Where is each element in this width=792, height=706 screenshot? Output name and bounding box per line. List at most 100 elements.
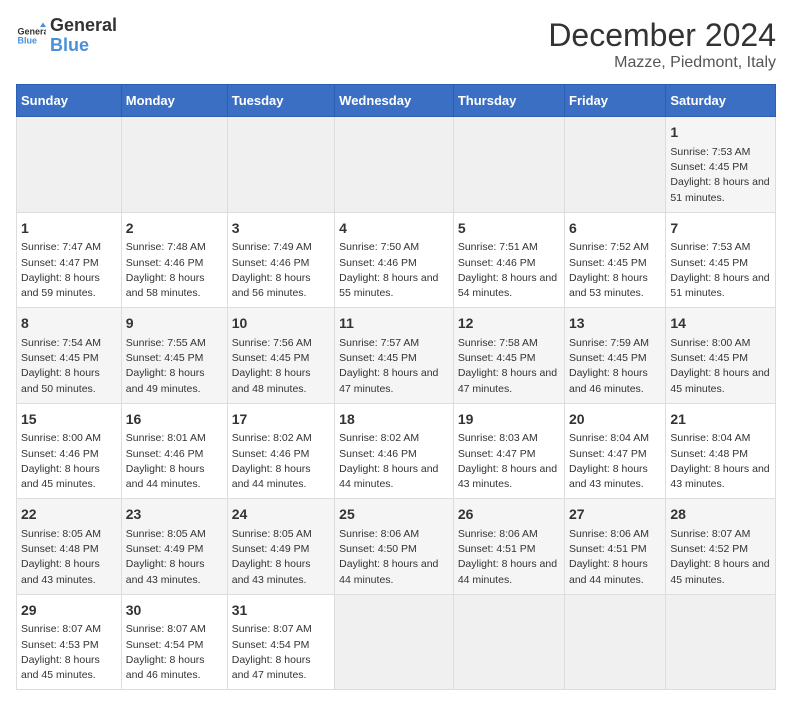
calendar-cell: 5Sunrise: 7:51 AMSunset: 4:46 PMDaylight… <box>453 212 564 307</box>
calendar-header-thursday: Thursday <box>453 85 564 117</box>
calendar-cell: 24Sunrise: 8:05 AMSunset: 4:49 PMDayligh… <box>227 499 334 594</box>
logo: General Blue General Blue <box>16 16 117 56</box>
cell-content: Sunrise: 8:07 AMSunset: 4:54 PMDaylight:… <box>126 622 223 683</box>
cell-content: Sunrise: 8:01 AMSunset: 4:46 PMDaylight:… <box>126 431 223 492</box>
calendar-cell <box>17 117 122 212</box>
day-number: 3 <box>232 219 330 239</box>
calendar-cell <box>453 117 564 212</box>
day-number: 31 <box>232 601 330 621</box>
day-number: 27 <box>569 505 661 525</box>
cell-content: Sunrise: 8:05 AMSunset: 4:48 PMDaylight:… <box>21 527 117 588</box>
cell-content: Sunrise: 8:07 AMSunset: 4:53 PMDaylight:… <box>21 622 117 683</box>
day-number: 17 <box>232 410 330 430</box>
day-number: 15 <box>21 410 117 430</box>
calendar-cell: 6Sunrise: 7:52 AMSunset: 4:45 PMDaylight… <box>565 212 666 307</box>
calendar-header-tuesday: Tuesday <box>227 85 334 117</box>
cell-content: Sunrise: 7:49 AMSunset: 4:46 PMDaylight:… <box>232 240 330 301</box>
calendar-cell <box>335 117 454 212</box>
cell-content: Sunrise: 8:02 AMSunset: 4:46 PMDaylight:… <box>232 431 330 492</box>
title-area: December 2024 Mazze, Piedmont, Italy <box>548 16 776 72</box>
cell-content: Sunrise: 7:50 AMSunset: 4:46 PMDaylight:… <box>339 240 449 301</box>
calendar-cell <box>227 117 334 212</box>
day-number: 25 <box>339 505 449 525</box>
day-number: 30 <box>126 601 223 621</box>
calendar-header-saturday: Saturday <box>666 85 776 117</box>
calendar-cell: 10Sunrise: 7:56 AMSunset: 4:45 PMDayligh… <box>227 308 334 403</box>
logo-blue: Blue <box>50 36 117 56</box>
day-number: 16 <box>126 410 223 430</box>
calendar-cell: 28Sunrise: 8:07 AMSunset: 4:52 PMDayligh… <box>666 499 776 594</box>
day-number: 12 <box>458 314 560 334</box>
cell-content: Sunrise: 7:54 AMSunset: 4:45 PMDaylight:… <box>21 336 117 397</box>
calendar-cell <box>121 117 227 212</box>
day-number: 26 <box>458 505 560 525</box>
cell-content: Sunrise: 7:53 AMSunset: 4:45 PMDaylight:… <box>670 240 771 301</box>
calendar-header-friday: Friday <box>565 85 666 117</box>
calendar-header-sunday: Sunday <box>17 85 122 117</box>
day-number: 4 <box>339 219 449 239</box>
calendar-cell: 11Sunrise: 7:57 AMSunset: 4:45 PMDayligh… <box>335 308 454 403</box>
logo-icon: General Blue <box>16 21 46 51</box>
day-number: 24 <box>232 505 330 525</box>
calendar-cell: 2Sunrise: 7:48 AMSunset: 4:46 PMDaylight… <box>121 212 227 307</box>
day-number: 18 <box>339 410 449 430</box>
calendar-cell: 20Sunrise: 8:04 AMSunset: 4:47 PMDayligh… <box>565 403 666 498</box>
day-number: 28 <box>670 505 771 525</box>
cell-content: Sunrise: 7:51 AMSunset: 4:46 PMDaylight:… <box>458 240 560 301</box>
cell-content: Sunrise: 7:48 AMSunset: 4:46 PMDaylight:… <box>126 240 223 301</box>
calendar-cell <box>565 594 666 689</box>
day-number: 22 <box>21 505 117 525</box>
calendar-cell: 30Sunrise: 8:07 AMSunset: 4:54 PMDayligh… <box>121 594 227 689</box>
day-number: 1 <box>670 123 771 143</box>
cell-content: Sunrise: 7:58 AMSunset: 4:45 PMDaylight:… <box>458 336 560 397</box>
calendar-cell: 1Sunrise: 7:53 AMSunset: 4:45 PMDaylight… <box>666 117 776 212</box>
day-number: 7 <box>670 219 771 239</box>
cell-content: Sunrise: 7:55 AMSunset: 4:45 PMDaylight:… <box>126 336 223 397</box>
cell-content: Sunrise: 7:52 AMSunset: 4:45 PMDaylight:… <box>569 240 661 301</box>
cell-content: Sunrise: 8:06 AMSunset: 4:50 PMDaylight:… <box>339 527 449 588</box>
cell-content: Sunrise: 8:07 AMSunset: 4:54 PMDaylight:… <box>232 622 330 683</box>
cell-content: Sunrise: 8:06 AMSunset: 4:51 PMDaylight:… <box>458 527 560 588</box>
day-number: 6 <box>569 219 661 239</box>
calendar-cell: 7Sunrise: 7:53 AMSunset: 4:45 PMDaylight… <box>666 212 776 307</box>
calendar-cell: 16Sunrise: 8:01 AMSunset: 4:46 PMDayligh… <box>121 403 227 498</box>
calendar-cell <box>666 594 776 689</box>
day-number: 2 <box>126 219 223 239</box>
header: General Blue General Blue December 2024 … <box>16 16 776 72</box>
day-number: 10 <box>232 314 330 334</box>
day-number: 14 <box>670 314 771 334</box>
calendar-cell: 15Sunrise: 8:00 AMSunset: 4:46 PMDayligh… <box>17 403 122 498</box>
calendar-cell <box>565 117 666 212</box>
day-number: 11 <box>339 314 449 334</box>
cell-content: Sunrise: 8:07 AMSunset: 4:52 PMDaylight:… <box>670 527 771 588</box>
calendar-cell: 19Sunrise: 8:03 AMSunset: 4:47 PMDayligh… <box>453 403 564 498</box>
day-number: 20 <box>569 410 661 430</box>
day-number: 5 <box>458 219 560 239</box>
day-number: 1 <box>21 219 117 239</box>
cell-content: Sunrise: 8:00 AMSunset: 4:46 PMDaylight:… <box>21 431 117 492</box>
calendar-cell: 18Sunrise: 8:02 AMSunset: 4:46 PMDayligh… <box>335 403 454 498</box>
calendar-cell: 4Sunrise: 7:50 AMSunset: 4:46 PMDaylight… <box>335 212 454 307</box>
svg-text:Blue: Blue <box>18 35 38 45</box>
subtitle: Mazze, Piedmont, Italy <box>548 54 776 72</box>
day-number: 19 <box>458 410 560 430</box>
main-title: December 2024 <box>548 16 776 54</box>
calendar-cell: 14Sunrise: 8:00 AMSunset: 4:45 PMDayligh… <box>666 308 776 403</box>
calendar-cell: 3Sunrise: 7:49 AMSunset: 4:46 PMDaylight… <box>227 212 334 307</box>
calendar-cell: 1Sunrise: 7:47 AMSunset: 4:47 PMDaylight… <box>17 212 122 307</box>
calendar-cell: 12Sunrise: 7:58 AMSunset: 4:45 PMDayligh… <box>453 308 564 403</box>
cell-content: Sunrise: 7:47 AMSunset: 4:47 PMDaylight:… <box>21 240 117 301</box>
calendar-header-monday: Monday <box>121 85 227 117</box>
calendar-cell: 22Sunrise: 8:05 AMSunset: 4:48 PMDayligh… <box>17 499 122 594</box>
day-number: 8 <box>21 314 117 334</box>
cell-content: Sunrise: 7:53 AMSunset: 4:45 PMDaylight:… <box>670 145 771 206</box>
logo-general: General <box>50 16 117 36</box>
cell-content: Sunrise: 7:57 AMSunset: 4:45 PMDaylight:… <box>339 336 449 397</box>
calendar-cell <box>453 594 564 689</box>
calendar-cell: 27Sunrise: 8:06 AMSunset: 4:51 PMDayligh… <box>565 499 666 594</box>
cell-content: Sunrise: 8:04 AMSunset: 4:47 PMDaylight:… <box>569 431 661 492</box>
calendar-cell: 17Sunrise: 8:02 AMSunset: 4:46 PMDayligh… <box>227 403 334 498</box>
day-number: 9 <box>126 314 223 334</box>
day-number: 13 <box>569 314 661 334</box>
calendar-header-wednesday: Wednesday <box>335 85 454 117</box>
